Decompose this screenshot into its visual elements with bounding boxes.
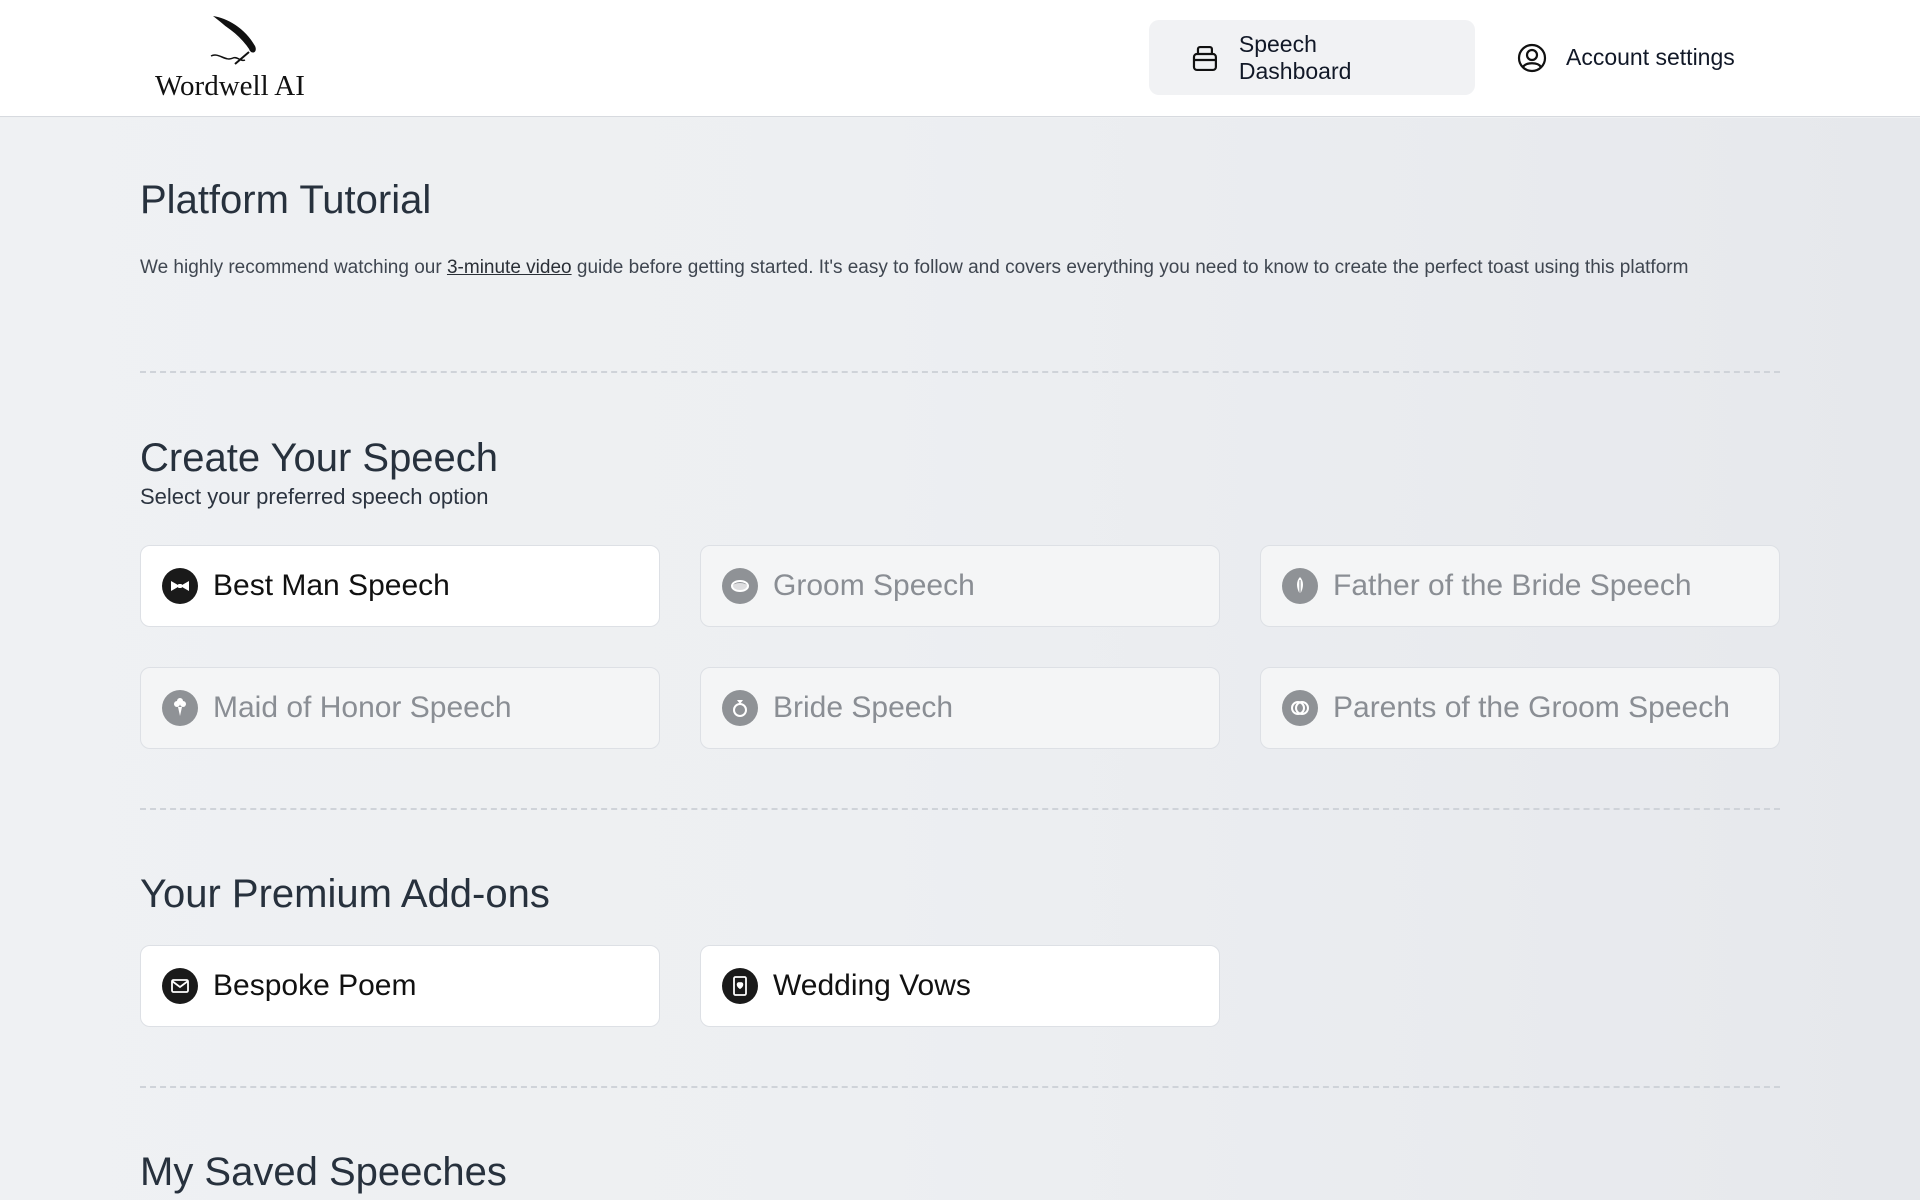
tutorial-text-after: guide before getting started. It's easy … [571, 257, 1689, 278]
speech-option-label: Maid of Honor Speech [213, 691, 512, 724]
addon-wedding-vows[interactable]: Wedding Vows [700, 945, 1220, 1027]
brand-logo[interactable]: Wordwell AI [150, 10, 320, 110]
envelope-icon [162, 968, 198, 1004]
section-divider [140, 808, 1780, 810]
quill-icon [210, 16, 256, 65]
create-speech-subtitle: Select your preferred speech option [140, 484, 489, 509]
speech-option-groom: Groom Speech [700, 545, 1220, 627]
top-header: Wordwell AI Speech Dashboard Account set… [0, 0, 1920, 117]
bowtie-icon [162, 568, 198, 604]
bouquet-icon [162, 690, 198, 726]
speech-option-label: Father of the Bride Speech [1333, 569, 1692, 602]
book-heart-icon [722, 968, 758, 1004]
nav-account-settings-label: Account settings [1566, 44, 1735, 70]
speech-option-bride: Bride Speech [700, 667, 1220, 749]
brand-name: Wordwell AI [155, 70, 305, 102]
user-circle-icon [1517, 43, 1547, 72]
speech-option-label: Bride Speech [773, 691, 954, 724]
nav-account-settings[interactable]: Account settings [1476, 20, 1776, 95]
saved-speeches-title: My Saved Speeches [140, 1150, 507, 1194]
interlocked-rings-icon [1282, 690, 1318, 726]
create-speech-title: Create Your Speech [140, 436, 499, 480]
tutorial-description: We highly recommend watching our 3-minut… [140, 253, 1780, 283]
speech-option-father-of-bride: Father of the Bride Speech [1260, 545, 1780, 627]
ring-icon [722, 568, 758, 604]
nav-speech-dashboard[interactable]: Speech Dashboard [1149, 20, 1475, 95]
premium-addons-title: Your Premium Add-ons [140, 872, 550, 916]
section-divider [140, 371, 1780, 373]
section-divider [140, 1086, 1780, 1088]
speech-option-parents-of-groom: Parents of the Groom Speech [1260, 667, 1780, 749]
nav-speech-dashboard-label: Speech Dashboard [1238, 30, 1352, 84]
tutorial-title: Platform Tutorial [140, 178, 432, 222]
speech-option-best-man[interactable]: Best Man Speech [140, 545, 660, 627]
addon-label: Bespoke Poem [213, 969, 417, 1002]
tutorial-video-link[interactable]: 3-minute video [447, 257, 572, 278]
addon-bespoke-poem[interactable]: Bespoke Poem [140, 945, 660, 1027]
speech-option-label: Groom Speech [773, 569, 975, 602]
speech-option-label: Parents of the Groom Speech [1333, 691, 1730, 724]
speech-option-maid-of-honor: Maid of Honor Speech [140, 667, 660, 749]
dashboard-icon [1192, 45, 1217, 71]
main-content: Platform Tutorial We highly recommend wa… [0, 118, 1920, 1200]
speech-option-label: Best Man Speech [213, 569, 450, 602]
diamond-ring-icon [722, 690, 758, 726]
tutorial-text-before: We highly recommend watching our [140, 257, 447, 278]
addon-label: Wedding Vows [773, 969, 971, 1002]
feather-icon [1282, 568, 1318, 604]
